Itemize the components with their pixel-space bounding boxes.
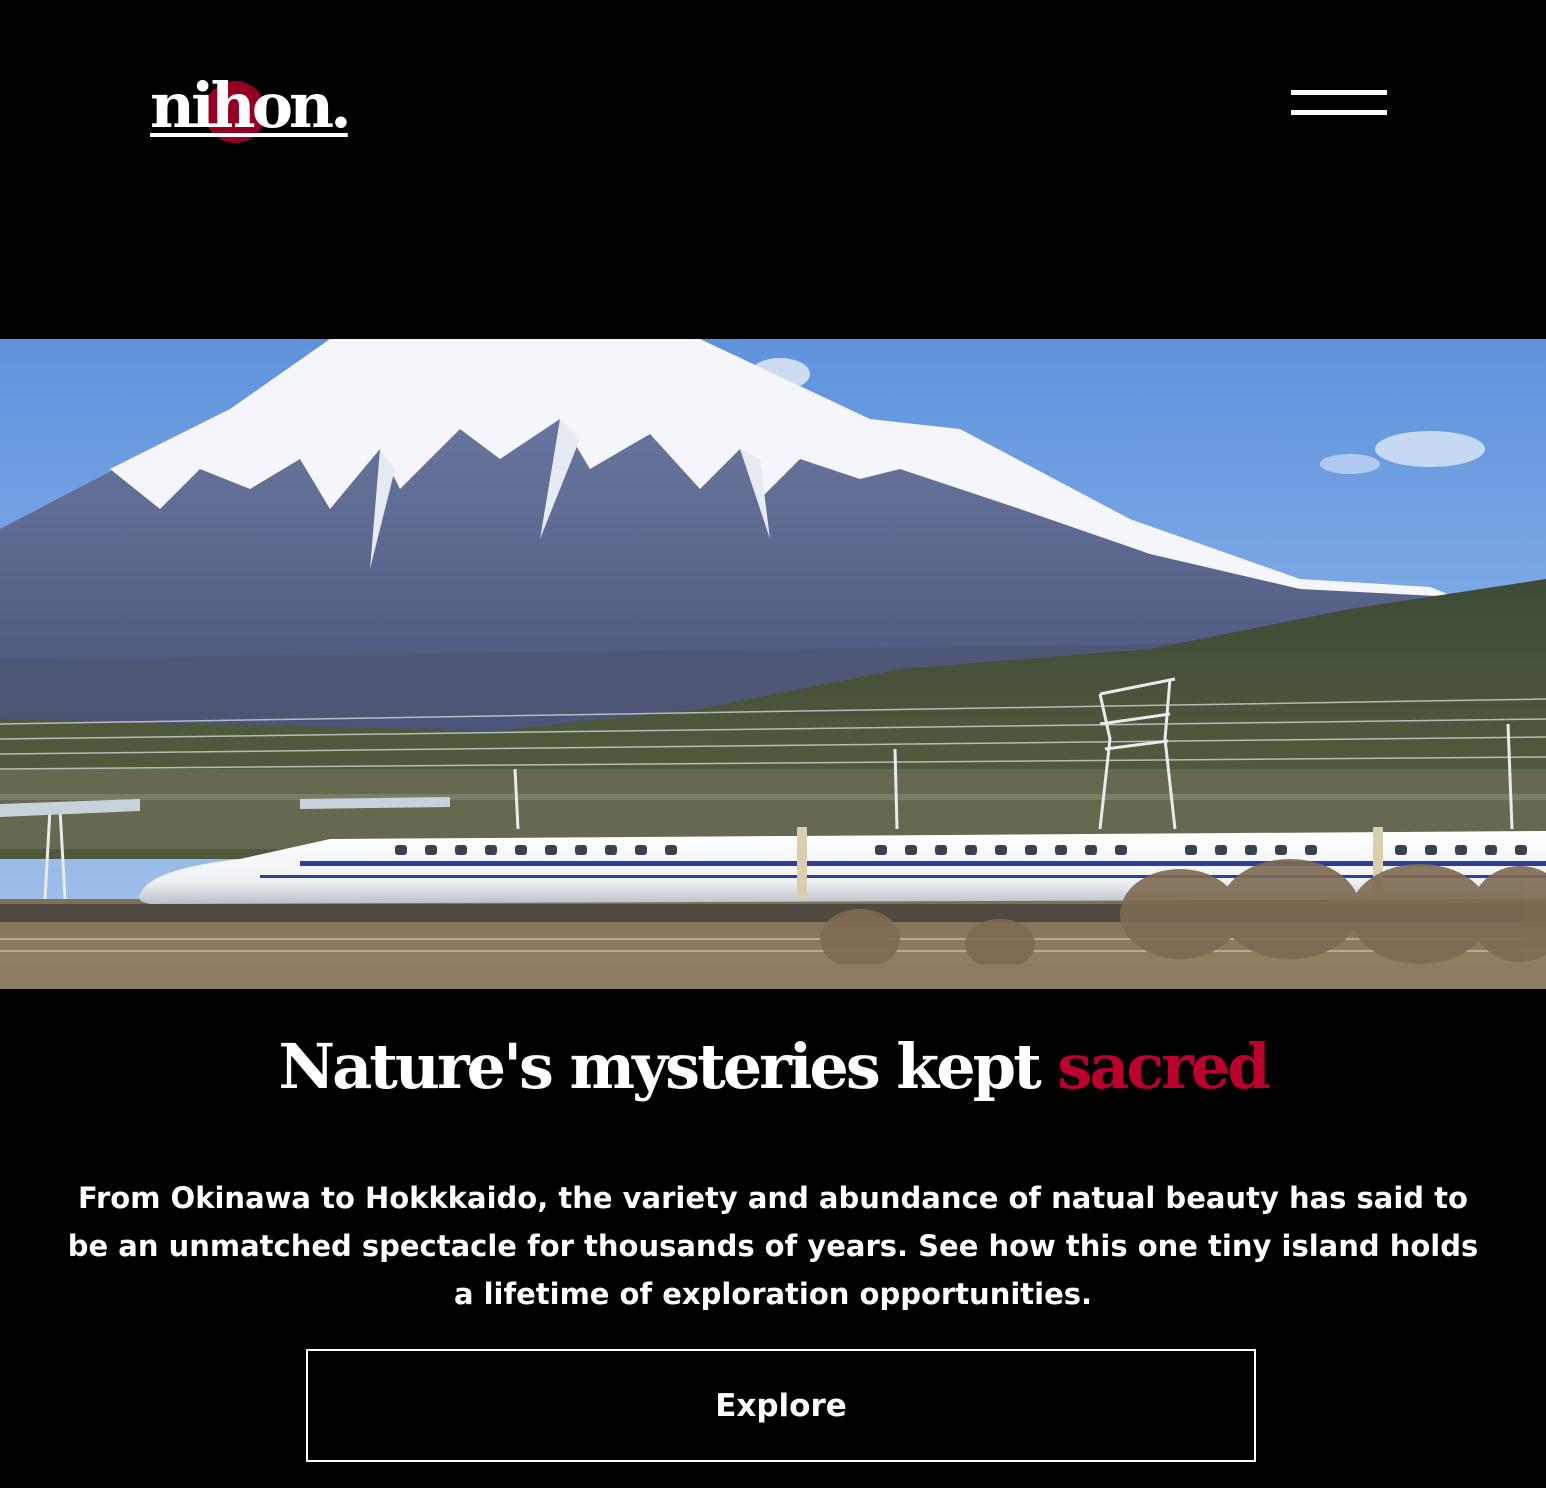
hero-image xyxy=(0,339,1546,989)
menu-line-bottom xyxy=(1291,110,1387,115)
hero-headline: Nature's mysteries kept sacred xyxy=(0,1026,1546,1108)
site-header: nihon. xyxy=(0,0,1546,339)
hamburger-menu-icon[interactable] xyxy=(1291,88,1387,118)
headline-prefix: Nature's mysteries kept xyxy=(278,1030,1041,1103)
site-logo[interactable]: nihon. xyxy=(150,66,352,146)
menu-line-top xyxy=(1291,90,1387,95)
headline-accent: sacred xyxy=(1057,1030,1270,1103)
explore-button[interactable]: Explore xyxy=(306,1349,1256,1462)
hero-description: From Okinawa to Hokkkaido, the variety a… xyxy=(67,1181,1479,1311)
